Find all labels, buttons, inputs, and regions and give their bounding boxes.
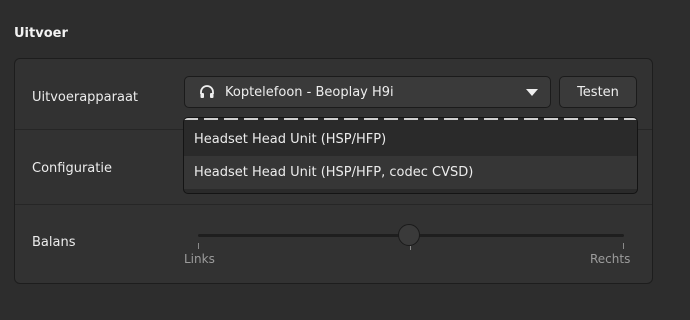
section-title: Uitvoer: [14, 26, 68, 41]
balance-left-label: Links: [184, 252, 215, 266]
balance-label: Balans: [32, 235, 76, 250]
chevron-down-icon: [526, 89, 538, 96]
popup-focus-border: [184, 118, 637, 120]
slider-tick-left: [198, 243, 199, 249]
output-device-value: Koptelefoon - Beoplay H9i: [225, 84, 394, 100]
config-option[interactable]: Headset Head Unit (HSP/HFP, codec CVSD): [184, 156, 637, 189]
output-device-combobox[interactable]: Koptelefoon - Beoplay H9i: [184, 76, 551, 108]
slider-tick-center: [410, 246, 411, 250]
row-divider: [15, 204, 652, 205]
slider-tick-right: [623, 243, 624, 249]
config-option[interactable]: Headset Head Unit (HSP/HFP): [184, 123, 637, 156]
output-device-label: Uitvoerapparaat: [32, 90, 139, 105]
balance-slider-handle[interactable]: [398, 224, 420, 246]
test-button[interactable]: Testen: [559, 76, 637, 108]
configuration-label: Configuratie: [32, 161, 112, 176]
headphones-icon: [199, 84, 215, 100]
configuration-dropdown-popup: Headset Head Unit (HSP/HFP) Headset Head…: [183, 117, 638, 194]
output-panel: Uitvoerapparaat Koptelefoon - Beoplay H9…: [14, 58, 653, 284]
balance-right-label: Rechts: [590, 252, 631, 266]
